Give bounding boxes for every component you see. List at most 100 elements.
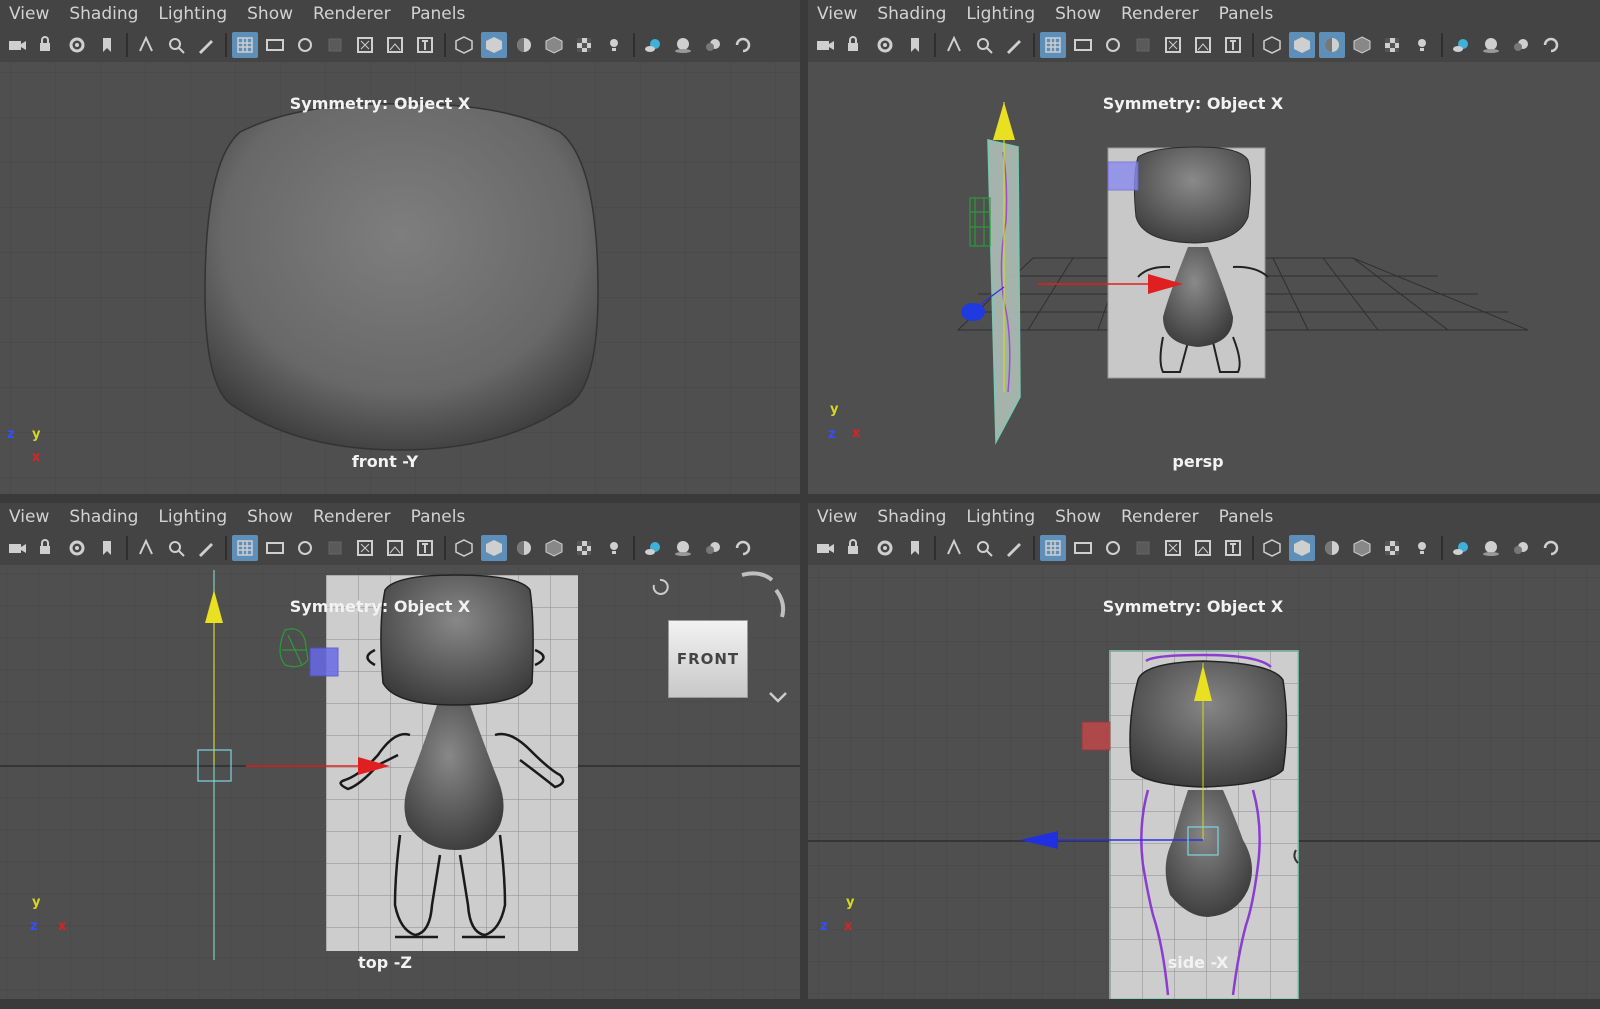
camera-lock-icon[interactable] [842, 535, 868, 561]
gate-mask-icon[interactable] [1130, 535, 1156, 561]
gate-mask-icon[interactable] [322, 32, 348, 58]
2d-pan-zoom-icon[interactable] [163, 32, 189, 58]
safe-action-icon[interactable] [382, 535, 408, 561]
camera-attributes-icon[interactable] [64, 535, 90, 561]
menu-renderer[interactable]: Renderer [304, 503, 402, 531]
bookmark-icon[interactable] [94, 535, 120, 561]
side-viewport[interactable]: Symmetry: Object X side -X y z x [808, 565, 1600, 999]
grid-icon[interactable] [232, 32, 258, 58]
bookmark-icon[interactable] [902, 32, 928, 58]
anti-aliasing-icon[interactable] [1538, 32, 1564, 58]
default-material-icon[interactable] [1319, 535, 1345, 561]
wireframe-icon[interactable] [451, 32, 477, 58]
front-panel[interactable]: View Shading Lighting Show Renderer Panels Sy… [0, 0, 800, 494]
resolution-gate-icon[interactable] [1100, 32, 1126, 58]
menu-view[interactable]: View [0, 0, 60, 28]
image-plane-icon[interactable] [941, 32, 967, 58]
gate-mask-icon[interactable] [322, 535, 348, 561]
top-panel[interactable]: View Shading Lighting Show Renderer Panels [0, 503, 800, 999]
menu-view[interactable]: View [0, 503, 60, 531]
menu-shading[interactable]: Shading [868, 503, 957, 531]
film-gate-icon[interactable] [1070, 32, 1096, 58]
camera-lock-icon[interactable] [34, 535, 60, 561]
menu-renderer[interactable]: Renderer [1112, 503, 1210, 531]
screen-space-ao-icon[interactable] [670, 32, 696, 58]
field-chart-icon[interactable] [352, 535, 378, 561]
safe-title-icon[interactable] [412, 32, 438, 58]
default-material-icon[interactable] [1319, 32, 1345, 58]
grid-icon[interactable] [1040, 32, 1066, 58]
persp-panel[interactable]: View Shading Lighting Show Renderer Panels [808, 0, 1600, 494]
menu-panels[interactable]: Panels [1210, 0, 1285, 28]
menu-lighting[interactable]: Lighting [957, 503, 1046, 531]
anti-aliasing-icon[interactable] [1538, 535, 1564, 561]
gate-mask-icon[interactable] [1130, 32, 1156, 58]
wireframe-on-shaded-icon[interactable] [541, 535, 567, 561]
film-gate-icon[interactable] [1070, 535, 1096, 561]
menu-view[interactable]: View [808, 0, 868, 28]
wireframe-on-shaded-icon[interactable] [541, 32, 567, 58]
menu-panels[interactable]: Panels [402, 0, 477, 28]
2d-pan-zoom-icon[interactable] [971, 32, 997, 58]
safe-title-icon[interactable] [412, 535, 438, 561]
textured-icon[interactable] [1379, 32, 1405, 58]
shadows-icon[interactable] [640, 535, 666, 561]
image-plane-icon[interactable] [941, 535, 967, 561]
menu-shading[interactable]: Shading [60, 503, 149, 531]
menu-panels[interactable]: Panels [402, 503, 477, 531]
wireframe-icon[interactable] [1259, 535, 1285, 561]
menu-lighting[interactable]: Lighting [957, 0, 1046, 28]
image-plane-icon[interactable] [133, 535, 159, 561]
menu-show[interactable]: Show [238, 503, 304, 531]
smooth-shade-icon[interactable] [1289, 535, 1315, 561]
view-cube[interactable]: FRONT [668, 620, 748, 698]
use-all-lights-icon[interactable] [1409, 535, 1435, 561]
wireframe-icon[interactable] [451, 535, 477, 561]
grease-pencil-icon[interactable] [193, 535, 219, 561]
textured-icon[interactable] [571, 535, 597, 561]
side-panel[interactable]: View Shading Lighting Show Renderer Panels [808, 503, 1600, 999]
grid-icon[interactable] [1040, 535, 1066, 561]
film-gate-icon[interactable] [262, 32, 288, 58]
default-material-icon[interactable] [511, 535, 537, 561]
bookmark-icon[interactable] [94, 32, 120, 58]
motion-blur-icon[interactable] [700, 32, 726, 58]
safe-action-icon[interactable] [1190, 32, 1216, 58]
textured-icon[interactable] [571, 32, 597, 58]
menu-shading[interactable]: Shading [868, 0, 957, 28]
image-plane-icon[interactable] [133, 32, 159, 58]
menu-panels[interactable]: Panels [1210, 503, 1285, 531]
shadows-icon[interactable] [1448, 32, 1474, 58]
persp-viewport[interactable]: Symmetry: Object X persp y z x [808, 62, 1600, 494]
2d-pan-zoom-icon[interactable] [163, 535, 189, 561]
use-all-lights-icon[interactable] [601, 32, 627, 58]
menu-show[interactable]: Show [1046, 0, 1112, 28]
motion-blur-icon[interactable] [1508, 32, 1534, 58]
menu-show[interactable]: Show [1046, 503, 1112, 531]
camera-attributes-icon[interactable] [872, 32, 898, 58]
default-material-icon[interactable] [511, 32, 537, 58]
camera-attributes-icon[interactable] [64, 32, 90, 58]
resolution-gate-icon[interactable] [292, 535, 318, 561]
menu-lighting[interactable]: Lighting [149, 503, 238, 531]
camera-attributes-icon[interactable] [872, 535, 898, 561]
wireframe-on-shaded-icon[interactable] [1349, 535, 1375, 561]
menu-renderer[interactable]: Renderer [304, 0, 402, 28]
resolution-gate-icon[interactable] [292, 32, 318, 58]
menu-shading[interactable]: Shading [60, 0, 149, 28]
safe-title-icon[interactable] [1220, 535, 1246, 561]
screen-space-ao-icon[interactable] [670, 535, 696, 561]
shadows-icon[interactable] [1448, 535, 1474, 561]
field-chart-icon[interactable] [1160, 32, 1186, 58]
wireframe-on-shaded-icon[interactable] [1349, 32, 1375, 58]
screen-space-ao-icon[interactable] [1478, 535, 1504, 561]
use-all-lights-icon[interactable] [601, 535, 627, 561]
textured-icon[interactable] [1379, 535, 1405, 561]
bookmark-icon[interactable] [902, 535, 928, 561]
camera-lock-icon[interactable] [34, 32, 60, 58]
front-viewport[interactable]: Symmetry: Object X front -Y z y x [0, 62, 800, 494]
camera-icon[interactable] [4, 535, 30, 561]
safe-action-icon[interactable] [382, 32, 408, 58]
grid-icon[interactable] [232, 535, 258, 561]
field-chart-icon[interactable] [1160, 535, 1186, 561]
